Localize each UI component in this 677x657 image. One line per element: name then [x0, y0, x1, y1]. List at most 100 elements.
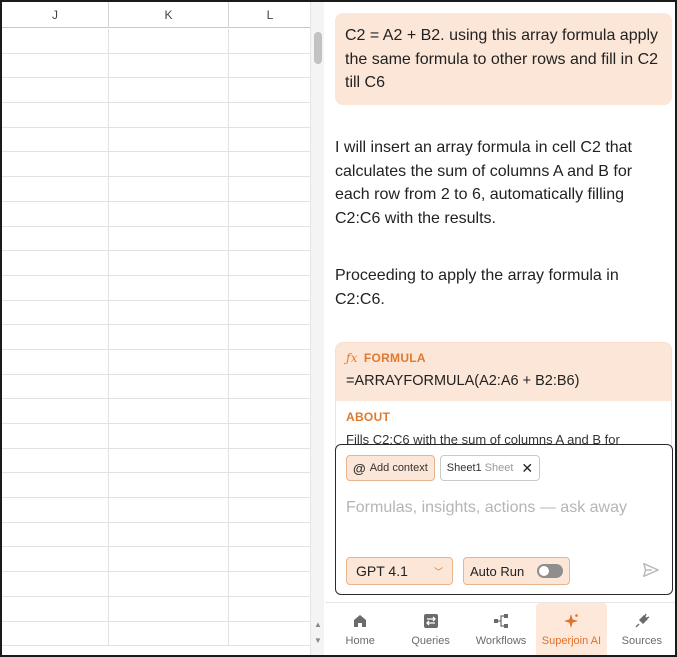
sheet-cell[interactable]	[109, 103, 229, 127]
sheet-cell[interactable]	[229, 251, 312, 275]
sheet-cell[interactable]	[2, 201, 109, 226]
sheet-cell[interactable]	[109, 152, 229, 177]
sheet-cell[interactable]	[109, 621, 229, 646]
scroll-down-icon[interactable]: ▼	[313, 635, 323, 645]
sheet-cell[interactable]	[109, 29, 229, 53]
sheet-cell[interactable]	[109, 498, 229, 522]
sheet-cell[interactable]	[2, 177, 109, 201]
tab-queries[interactable]: Queries	[395, 603, 465, 655]
sheet-cell[interactable]	[229, 275, 312, 300]
sheet-cell[interactable]	[229, 300, 312, 325]
sheet-cell[interactable]	[229, 325, 312, 349]
sheet-cell[interactable]	[229, 127, 312, 152]
tab-sources[interactable]: Sources	[607, 603, 675, 655]
tab-superjoin-ai[interactable]: Superjoin AI	[536, 603, 607, 655]
sheet-cell[interactable]	[229, 399, 312, 423]
sheet-cell[interactable]	[2, 152, 109, 177]
sheet-cell[interactable]	[2, 374, 109, 399]
sheet-cell[interactable]	[2, 53, 109, 78]
sheet-row	[2, 127, 312, 153]
sheet-cell[interactable]	[2, 473, 109, 498]
sheet-cell[interactable]	[229, 53, 312, 78]
sheet-cell[interactable]	[229, 201, 312, 226]
sheet-cell[interactable]	[2, 251, 109, 275]
toggle-switch[interactable]	[537, 564, 563, 578]
sheet-cell[interactable]	[2, 596, 109, 621]
sheet-cell[interactable]	[109, 275, 229, 300]
sheet-cell[interactable]	[109, 300, 229, 325]
sheet-cell[interactable]	[2, 300, 109, 325]
sheet-cell[interactable]	[109, 522, 229, 547]
auto-run-toggle[interactable]: Auto Run	[463, 557, 570, 585]
sheet-cell[interactable]	[109, 424, 229, 448]
sheet-cell[interactable]	[2, 325, 109, 349]
sheet-cell[interactable]	[2, 127, 109, 152]
sheet-cell[interactable]	[109, 572, 229, 596]
send-icon[interactable]	[642, 561, 660, 579]
sheet-cell[interactable]	[2, 498, 109, 522]
sheet-cell[interactable]	[229, 448, 312, 473]
sheet-cell[interactable]	[2, 349, 109, 374]
chat-input[interactable]: Formulas, insights, actions — ask away	[346, 499, 627, 517]
tab-label: Home	[345, 635, 375, 647]
model-select[interactable]: GPT 4.1 ﹀	[346, 557, 453, 585]
sheet-cell[interactable]	[109, 226, 229, 251]
sheet-cell[interactable]	[109, 473, 229, 498]
sheet-cell[interactable]	[2, 448, 109, 473]
sheet-cell[interactable]	[229, 349, 312, 374]
sheet-cell[interactable]	[229, 78, 312, 103]
workflows-icon	[494, 614, 509, 628]
column-header-k[interactable]: K	[109, 2, 229, 28]
sheet-cell[interactable]	[229, 374, 312, 399]
sheet-cell[interactable]	[109, 127, 229, 152]
sheet-cell[interactable]	[229, 29, 312, 53]
sheet-cell[interactable]	[2, 424, 109, 448]
tab-workflows[interactable]: Workflows	[466, 603, 536, 655]
sheet-cell[interactable]	[2, 621, 109, 646]
column-header-l[interactable]: L	[229, 2, 312, 28]
tab-home[interactable]: Home	[325, 603, 395, 655]
close-icon[interactable]: ✕	[521, 460, 533, 477]
sheet-cell[interactable]	[2, 547, 109, 572]
sheet-cell[interactable]	[109, 448, 229, 473]
sheet-cell[interactable]	[229, 152, 312, 177]
sheet-cell[interactable]	[229, 522, 312, 547]
sheet-cell[interactable]	[229, 103, 312, 127]
sheet-cell[interactable]	[109, 177, 229, 201]
sheet-cell[interactable]	[109, 596, 229, 621]
sheet-cell[interactable]	[109, 349, 229, 374]
sheet-cell[interactable]	[229, 177, 312, 201]
sheet-cell[interactable]	[2, 226, 109, 251]
sheet-cell[interactable]	[229, 572, 312, 596]
sheet-cell[interactable]	[109, 201, 229, 226]
sheet-scrollbar[interactable]: ▲ ▼	[310, 2, 324, 655]
sheet-cell[interactable]	[229, 547, 312, 572]
sheet-cell[interactable]	[229, 621, 312, 646]
sheet-cell[interactable]	[2, 399, 109, 423]
sheet-cell[interactable]	[2, 572, 109, 596]
sheet-cell[interactable]	[109, 399, 229, 423]
sheet-cell[interactable]	[109, 53, 229, 78]
chevron-down-icon: ﹀	[433, 566, 443, 577]
scrollbar-thumb[interactable]	[314, 32, 322, 64]
sheet-context-chip[interactable]: Sheet1 Sheet ✕	[439, 455, 541, 481]
sheet-cell[interactable]	[109, 325, 229, 349]
sheet-cell[interactable]	[109, 547, 229, 572]
sheet-cell[interactable]	[109, 251, 229, 275]
column-header-j[interactable]: J	[2, 2, 109, 28]
scroll-up-icon[interactable]: ▲	[313, 619, 323, 629]
sheet-cell[interactable]	[2, 78, 109, 103]
sheet-cell[interactable]	[229, 473, 312, 498]
sheet-cell[interactable]	[2, 522, 109, 547]
sheet-cell[interactable]	[229, 596, 312, 621]
sheet-cell[interactable]	[2, 29, 109, 53]
sheet-cell[interactable]	[109, 374, 229, 399]
add-context-button[interactable]: @ Add context	[346, 455, 435, 481]
sheet-cell[interactable]	[109, 78, 229, 103]
sheet-row	[2, 201, 312, 227]
sheet-cell[interactable]	[229, 424, 312, 448]
sheet-cell[interactable]	[229, 498, 312, 522]
sheet-cell[interactable]	[2, 103, 109, 127]
sheet-cell[interactable]	[229, 226, 312, 251]
sheet-cell[interactable]	[2, 275, 109, 300]
